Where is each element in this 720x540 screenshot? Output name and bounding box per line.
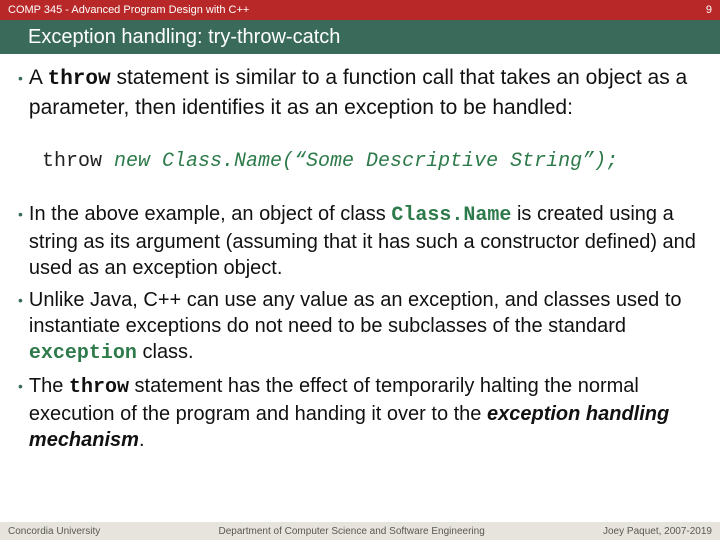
bullet-text: Unlike Java, C++ can use any value as an… (29, 287, 702, 367)
slide-title: Exception handling: try-throw-catch (28, 26, 340, 49)
slide-number: 9 (706, 4, 712, 16)
code-keyword: throw (48, 68, 111, 91)
bullet-text: A throw statement is similar to a functi… (29, 64, 702, 122)
header-top: COMP 345 - Advanced Program Design with … (0, 0, 720, 20)
bullet-item: • Unlike Java, C++ can use any value as … (18, 287, 702, 367)
text-fragment: In the above example, an object of class (29, 203, 391, 225)
code-body: new Class.Name(“Some Descriptive String”… (114, 150, 618, 173)
code-keyword: throw (69, 376, 129, 399)
bullet-marker: • (18, 201, 23, 281)
text-fragment: A (29, 66, 48, 89)
bullet-item: • In the above example, an object of cla… (18, 201, 702, 281)
bullet-marker: • (18, 373, 23, 453)
slide-content: • A throw statement is similar to a func… (0, 54, 720, 453)
course-code: COMP 345 - Advanced Program Design with … (8, 4, 249, 16)
code-keyword: throw (42, 150, 114, 173)
footer-right: Joey Paquet, 2007-2019 (603, 526, 712, 537)
text-fragment: The (29, 375, 69, 397)
footer-left: Concordia University (8, 526, 100, 537)
bullet-item: • A throw statement is similar to a func… (18, 64, 702, 122)
bullet-text: In the above example, an object of class… (29, 201, 702, 281)
slide-footer: Concordia University Department of Compu… (0, 522, 720, 540)
bullet-text: The throw statement has the effect of te… (29, 373, 702, 453)
footer-center: Department of Computer Science and Softw… (219, 526, 485, 537)
bullet-marker: • (18, 64, 23, 122)
text-fragment: . (139, 429, 145, 451)
bullet-group: • In the above example, an object of cla… (18, 201, 702, 453)
code-keyword: exception (29, 342, 137, 365)
slide-title-bar: Exception handling: try-throw-catch (0, 20, 720, 54)
text-fragment: statement is similar to a function call … (29, 66, 687, 119)
text-fragment: class. (137, 341, 194, 363)
code-example: throw new Class.Name(“Some Descriptive S… (42, 150, 702, 173)
text-fragment: Unlike Java, C++ can use any value as an… (29, 289, 682, 337)
code-classname: Class.Name (391, 204, 511, 227)
bullet-item: • The throw statement has the effect of … (18, 373, 702, 453)
bullet-marker: • (18, 287, 23, 367)
